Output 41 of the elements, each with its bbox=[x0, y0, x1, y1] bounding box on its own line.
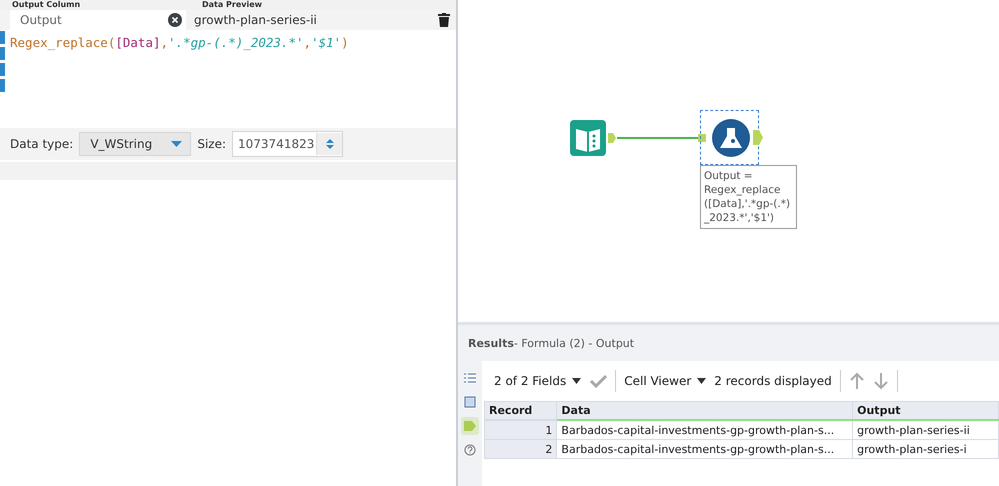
output-name-box[interactable]: Output bbox=[10, 10, 186, 30]
expression-editor[interactable]: Regex_replace([Data],'.*gp-(.*)_2023.*','$1') bbox=[6, 30, 456, 128]
help-icon bbox=[464, 444, 476, 456]
arrow-down-icon[interactable] bbox=[872, 372, 889, 390]
list-icon bbox=[464, 373, 476, 383]
checkmark-icon[interactable] bbox=[589, 374, 608, 388]
column-header: Data Preview bbox=[201, 0, 264, 10]
table-cell: Barbados-capital-investments-gp-growth-plan-s... bbox=[556, 420, 853, 440]
up-down-arrows-icon bbox=[324, 137, 335, 151]
table-cell: 2 bbox=[484, 440, 557, 458]
results-title: Results- Formula (2) - Output bbox=[467, 336, 636, 352]
column-header: Output Column bbox=[11, 0, 82, 10]
column-header: Record bbox=[484, 402, 557, 420]
tool-annotation: Output = Regex_replace ([Data],'.*gp-(.*) _2023.*','$1') bbox=[700, 165, 797, 229]
tag-icon bbox=[464, 421, 476, 431]
fields-dropdown[interactable]: 2 of 2 Fields bbox=[494, 374, 582, 388]
table-cell: growth-plan-series-i bbox=[852, 440, 998, 458]
column-header: Output bbox=[852, 402, 998, 420]
output-anchor-icon bbox=[753, 130, 763, 145]
data-preview: growth-plan-series-ii bbox=[194, 13, 318, 27]
caret-icon bbox=[697, 378, 706, 384]
caret-icon bbox=[572, 378, 582, 384]
cell-viewer-dropdown[interactable]: Cell Viewer bbox=[624, 374, 706, 388]
table-cell: Barbados-capital-investments-gp-growth-plan-s... bbox=[556, 440, 853, 458]
size-box[interactable]: 1073741823 bbox=[232, 131, 344, 157]
size-label: Size: bbox=[197, 137, 226, 151]
arrow-up-icon[interactable] bbox=[848, 372, 865, 390]
panel-icon bbox=[464, 396, 476, 408]
caret-icon bbox=[171, 141, 182, 147]
input-tool-icon[interactable] bbox=[570, 120, 606, 156]
output-name-field[interactable]: Output bbox=[18, 12, 168, 28]
flask-icon[interactable] bbox=[712, 119, 750, 157]
records-count: 2 records displayed bbox=[714, 374, 832, 388]
trash-icon[interactable] bbox=[438, 13, 450, 27]
clear-icon[interactable] bbox=[168, 13, 182, 27]
spin-button[interactable] bbox=[316, 133, 342, 155]
data-type-dropdown[interactable]: V_WString bbox=[79, 132, 192, 156]
column-header: Data bbox=[556, 402, 853, 420]
data-type-label: Data type: bbox=[10, 137, 74, 151]
table-cell: growth-plan-series-ii bbox=[852, 420, 998, 440]
table-cell: 1 bbox=[484, 420, 557, 440]
